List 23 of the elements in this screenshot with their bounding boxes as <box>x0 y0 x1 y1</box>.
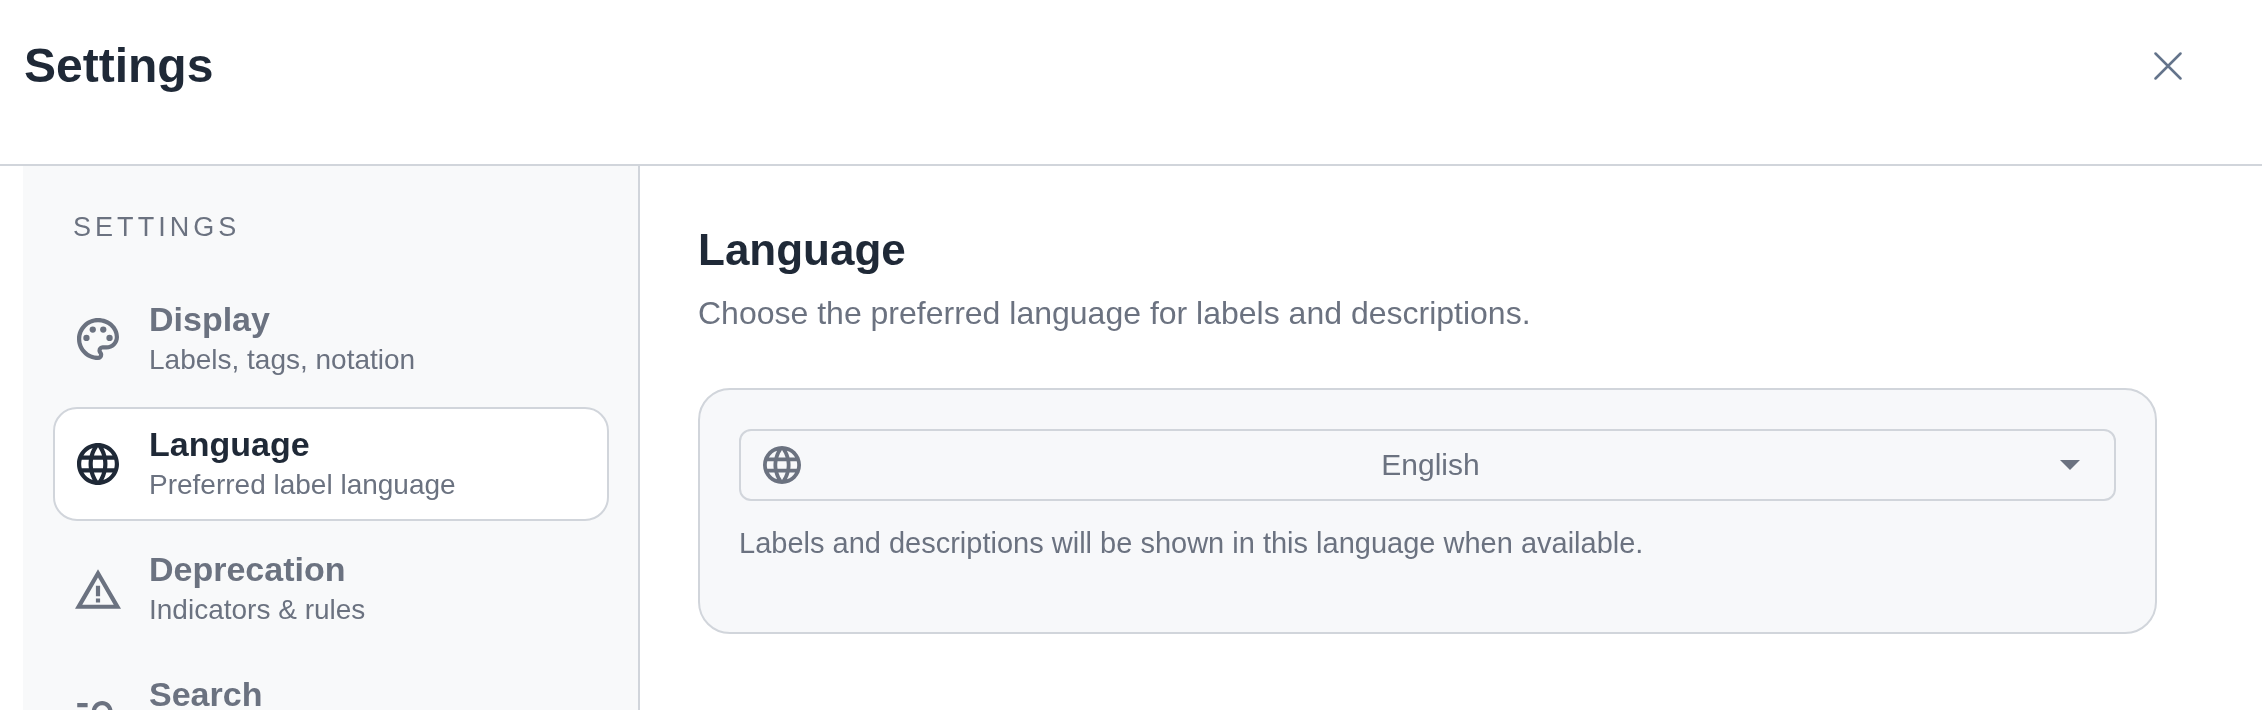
item-title: Search <box>149 674 263 710</box>
item-title: Language <box>149 424 311 465</box>
section-description: Choose the preferred language for labels and descriptions. <box>698 294 1531 333</box>
globe-icon <box>77 443 119 485</box>
item-title: Deprecation <box>149 549 347 590</box>
item-subtitle: Labels, tags, notation <box>149 343 416 377</box>
language-select[interactable]: English <box>739 429 2116 501</box>
sidebar-item[interactable]: Search <box>53 657 609 710</box>
caret-down-icon <box>2060 460 2080 470</box>
item-subtitle: Indicators & rules <box>149 593 366 627</box>
section-title: Language <box>698 224 906 276</box>
item-subtitle: Preferred label language <box>149 468 456 502</box>
sidebar-heading: SETTINGS <box>73 211 241 244</box>
sidebar-item[interactable]: Deprecation Indicators & rules <box>53 532 609 646</box>
help-text: Labels and descriptions will be shown in this language when available. <box>739 526 1644 561</box>
warning-icon <box>75 569 121 609</box>
globe-icon <box>763 446 801 484</box>
dialog-title: Settings <box>24 38 214 94</box>
close-icon <box>2154 52 2182 80</box>
sidebar-item[interactable]: Language Preferred label language <box>53 407 609 521</box>
item-title: Display <box>149 299 271 340</box>
sidebar-item[interactable]: Display Labels, tags, notation <box>53 282 609 396</box>
palette-icon <box>77 318 119 360</box>
